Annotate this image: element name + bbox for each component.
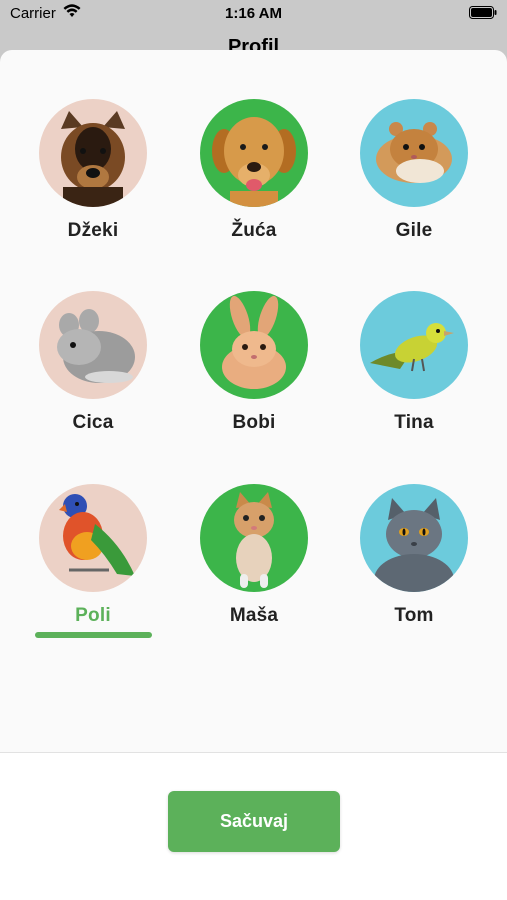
pet-name: Tina	[394, 412, 434, 433]
status-bar: Carrier 1:16 AM	[0, 0, 507, 30]
pet-name: Gile	[395, 220, 433, 241]
kitten-icon	[200, 484, 308, 592]
pet-option-cica[interactable]: Cica	[13, 291, 173, 434]
hamster-icon	[360, 99, 468, 207]
footer-bar: Sačuvaj	[0, 752, 507, 900]
golden-retriever-icon	[200, 99, 308, 207]
parrot-icon	[39, 484, 147, 592]
gray-cat-icon	[360, 484, 468, 592]
german-shepherd-icon	[39, 99, 147, 207]
pet-option-tom[interactable]: Tom	[334, 484, 494, 627]
clock: 1:16 AM	[225, 5, 282, 22]
pet-option-dzeki[interactable]: Džeki	[13, 99, 173, 242]
pet-name: Bobi	[232, 412, 276, 433]
pet-name: Džeki	[67, 220, 119, 241]
pet-option-poli[interactable]: Poli	[13, 484, 173, 627]
pet-name: Poli	[75, 605, 111, 626]
canary-icon	[360, 291, 468, 399]
pet-picker-sheet: Džeki Žuća Gile Cica Bobi Tina Poli Maša…	[0, 50, 507, 900]
pet-name: Tom	[394, 605, 434, 626]
pet-option-bobi[interactable]: Bobi	[174, 291, 334, 434]
pet-option-gile[interactable]: Gile	[334, 99, 494, 242]
pet-name: Maša	[229, 605, 279, 626]
pet-name: Žuća	[231, 220, 277, 241]
rabbit-icon	[200, 291, 308, 399]
pet-name: Cica	[72, 412, 114, 433]
selected-indicator	[35, 632, 152, 638]
pet-option-zuca[interactable]: Žuća	[174, 99, 334, 242]
pet-option-masa[interactable]: Maša	[174, 484, 334, 627]
pet-option-tina[interactable]: Tina	[334, 291, 494, 434]
battery-icon	[469, 6, 497, 23]
save-button[interactable]: Sačuvaj	[168, 791, 340, 852]
chinchilla-icon	[39, 291, 147, 399]
